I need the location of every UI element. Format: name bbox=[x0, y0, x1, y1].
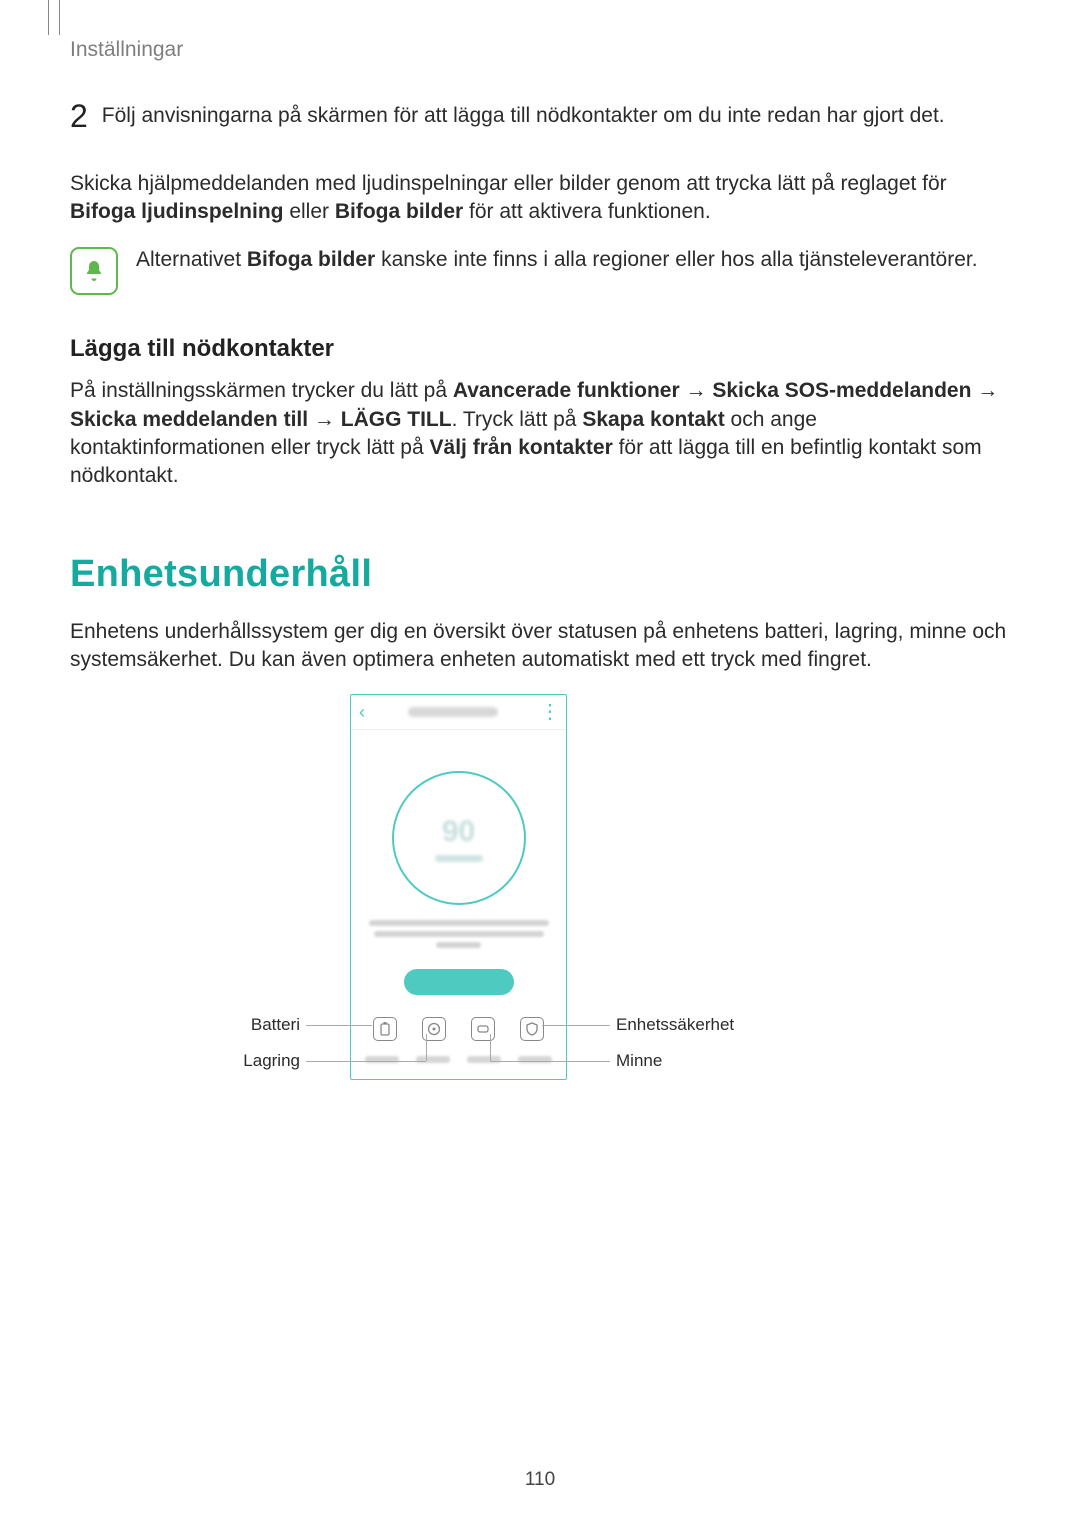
callout-memory: Minne bbox=[616, 1051, 662, 1071]
lead-line bbox=[306, 1061, 426, 1062]
arrow: → bbox=[971, 379, 998, 402]
text: för att aktivera funktionen. bbox=[463, 200, 710, 223]
paragraph-add-contacts: På inställningsskärmen trycker du lätt p… bbox=[70, 377, 1015, 490]
bold-skapa-kontakt: Skapa kontakt bbox=[582, 408, 724, 431]
arrow: → bbox=[680, 379, 713, 402]
page-number: 110 bbox=[0, 1469, 1080, 1491]
lead-line bbox=[306, 1025, 372, 1026]
text: På inställningsskärmen trycker du lätt p… bbox=[70, 379, 453, 402]
paragraph-maintenance: Enhetens underhållssystem ger dig en öve… bbox=[70, 618, 1015, 675]
lead-line-v bbox=[426, 1034, 427, 1061]
battery-icon bbox=[373, 1017, 397, 1041]
memory-icon bbox=[471, 1017, 495, 1041]
note-text: Alternativet Bifoga bilder kanske inte f… bbox=[136, 246, 1015, 274]
step-2: 2 Följ anvisningarna på skärmen för att … bbox=[70, 100, 1015, 134]
step-text: Följ anvisningarna på skärmen för att lä… bbox=[102, 100, 1015, 130]
message-blur bbox=[365, 920, 552, 948]
lead-line bbox=[490, 1061, 610, 1062]
arrow: → bbox=[308, 408, 341, 431]
security-icon bbox=[520, 1017, 544, 1041]
phone-topbar: ‹ ⋮ bbox=[351, 695, 566, 730]
bold-sos: Skicka SOS-meddelanden bbox=[712, 379, 971, 402]
optimize-button bbox=[404, 969, 514, 995]
callout-battery: Batteri bbox=[230, 1015, 300, 1035]
step-number: 2 bbox=[70, 100, 88, 134]
bold-bifoga-ljud: Bifoga ljudinspelning bbox=[70, 200, 284, 223]
lead-line-v bbox=[490, 1034, 491, 1061]
back-icon: ‹ bbox=[359, 703, 365, 721]
note-bell-icon bbox=[70, 247, 118, 295]
page-content: 2 Följ anvisningarna på skärmen för att … bbox=[70, 100, 1015, 1094]
bottom-icons-row bbox=[351, 1017, 566, 1041]
page-tab-marker bbox=[48, 0, 60, 35]
bold-lagg-till: LÄGG TILL bbox=[341, 408, 452, 431]
callout-storage: Lagring bbox=[230, 1051, 300, 1071]
heading-enhetsunderhall: Enhetsunderhåll bbox=[70, 553, 1015, 596]
blur-title bbox=[408, 707, 498, 717]
callout-security: Enhetssäkerhet bbox=[616, 1015, 734, 1035]
phone-mockup: ‹ ⋮ 90 bbox=[350, 694, 567, 1080]
bold-send-to: Skicka meddelanden till bbox=[70, 408, 308, 431]
text: Alternativet bbox=[136, 248, 247, 271]
bold-bifoga-bilder: Bifoga bilder bbox=[335, 200, 463, 223]
score-label-blur bbox=[435, 855, 483, 862]
paragraph-attach: Skicka hjälpmeddelanden med ljudinspelni… bbox=[70, 170, 1015, 227]
text: eller bbox=[284, 200, 335, 223]
bold-valj-kontakter: Välj från kontakter bbox=[430, 436, 613, 459]
note-block: Alternativet Bifoga bilder kanske inte f… bbox=[70, 246, 1015, 295]
bold-avancerade: Avancerade funktioner bbox=[453, 379, 680, 402]
score-circle: 90 bbox=[392, 771, 526, 905]
lead-line bbox=[542, 1025, 610, 1026]
section-header: Inställningar bbox=[70, 38, 183, 62]
text: Skicka hjälpmeddelanden med ljudinspelni… bbox=[70, 172, 947, 195]
text: . Tryck lätt på bbox=[452, 408, 583, 431]
more-icon: ⋮ bbox=[540, 702, 558, 722]
bold-bifoga-bilder: Bifoga bilder bbox=[247, 248, 375, 271]
heading-add-contacts: Lägga till nödkontakter bbox=[70, 335, 1015, 363]
text: kanske inte finns i alla regioner eller … bbox=[375, 248, 977, 271]
figure-device-maintenance: ‹ ⋮ 90 Batteri Lagring bbox=[70, 694, 1015, 1094]
score-value: 90 bbox=[442, 815, 475, 849]
